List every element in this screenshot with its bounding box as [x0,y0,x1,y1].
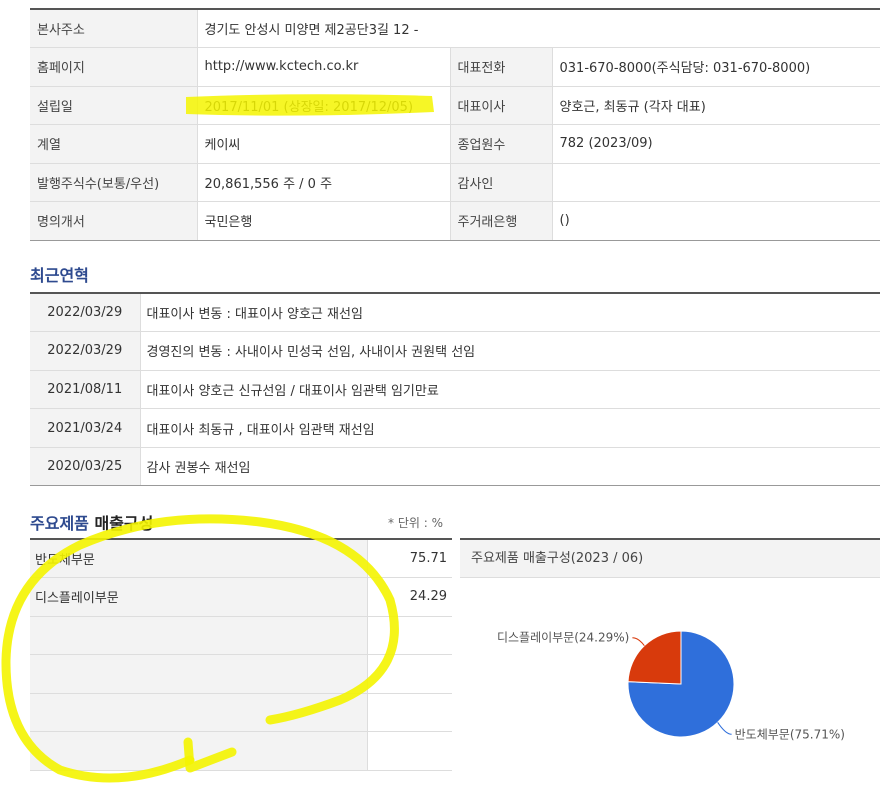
homepage-label: 홈페이지 [30,47,197,87]
products-title-blue: 주요제품 [30,514,89,533]
phone-value: 031-670-8000(주식담당: 031-670-8000) [551,47,880,87]
sales-chart-panel: 주요제품 매출구성(2023 / 06) 반도체부문(75.71%) 디스플레이부… [460,538,880,801]
hq-address-value: 경기도 안성시 미양면 제2공단3길 12 - [196,9,880,48]
product-row [30,616,452,656]
products-title-dark: 매출구성 [94,514,154,533]
ceo-value: 양호근, 최동규 (각자 대표) [551,86,880,125]
pie-label-0: 반도체부문(75.71%) [735,727,845,741]
product-name: 디스플레이부문 [30,577,368,617]
chart-header: 주요제품 매출구성(2023 / 06) [460,540,880,578]
history-desc: 대표이사 변동 : 대표이사 양호근 재선임 [140,293,880,333]
product-value [367,693,452,733]
info-row: 계열 케이씨 종업원수 782 (2023/09) [30,124,880,164]
transfer-agent-value: 국민은행 [196,201,451,241]
history-desc: 경영진의 변동 : 사내이사 민성국 선임, 사내이사 권원택 선임 [140,331,880,371]
product-name [30,693,368,733]
group-label: 계열 [30,124,197,164]
product-row: 디스플레이부문 24.29 [30,577,452,617]
transfer-agent-label: 명의개서 [30,201,197,241]
history-date: 2021/03/24 [30,408,141,448]
group-value: 케이씨 [196,124,451,164]
sales-pie-chart: 반도체부문(75.71%) 디스플레이부문(24.29%) [497,630,845,741]
phone-label: 대표전화 [450,47,553,87]
unit-note: * 단위 : % [388,516,443,530]
info-row: 본사주소 경기도 안성시 미양면 제2공단3길 12 - [30,9,880,48]
shares-label: 발행주식수(보통/우선) [30,163,197,202]
pie-leader-line-0 [717,722,732,735]
hq-address-label: 본사주소 [30,9,197,48]
info-row: 설립일 2017/11/01 (상장일: 2017/12/05) 대표이사 양호… [30,86,880,125]
shares-value: 20,861,556 주 / 0 주 [196,163,451,202]
main-bank-label: 주거래은행 [450,201,553,241]
products-table: 반도체부문 75.71 디스플레이부문 24.29 [30,538,452,772]
product-value: 24.29 [367,577,452,617]
history-desc: 대표이사 최동규 , 대표이사 임관택 재선임 [140,408,880,448]
product-name [30,616,368,656]
history-title: 최근연혁 [30,266,89,285]
history-desc: 대표이사 양호근 신규선임 / 대표이사 임관택 임기만료 [140,370,880,410]
history-row: 2020/03/25 감사 권봉수 재선임 [30,447,880,487]
pie-label-1: 디스플레이부문(24.29%) [497,631,629,645]
product-row [30,731,452,772]
info-row: 명의개서 국민은행 주거래은행 () [30,201,880,241]
product-name [30,654,368,694]
product-value [367,654,452,694]
product-name: 반도체부문 [30,539,368,579]
main-bank-value: () [551,201,880,241]
product-row: 반도체부문 75.71 [30,539,452,579]
history-row: 2022/03/29 경영진의 변동 : 사내이사 민성국 선임, 사내이사 권… [30,331,880,371]
info-row: 홈페이지 http://www.kctech.co.kr 대표전화 031-67… [30,47,880,87]
history-row: 2021/03/24 대표이사 최동규 , 대표이사 임관택 재선임 [30,408,880,448]
history-date: 2022/03/29 [30,331,141,371]
auditor-label: 감사인 [450,163,553,202]
employees-label: 종업원수 [450,124,553,164]
product-row [30,693,452,733]
product-value: 75.71 [367,539,452,579]
info-row: 발행주식수(보통/우선) 20,861,556 주 / 0 주 감사인 [30,163,880,202]
products-title: 주요제품 매출구성 [30,510,153,534]
founded-label: 설립일 [30,86,197,125]
pie-leader-line-1 [632,637,645,646]
auditor-value [551,163,880,202]
history-date: 2020/03/25 [30,447,141,487]
product-value [367,731,452,772]
homepage-link[interactable]: http://www.kctech.co.kr [196,47,451,87]
company-info-table: 본사주소 경기도 안성시 미양면 제2공단3길 12 - 홈페이지 http:/… [30,8,880,241]
history-row: 2022/03/29 대표이사 변동 : 대표이사 양호근 재선임 [30,293,880,333]
history-desc: 감사 권봉수 재선임 [140,447,880,487]
history-date: 2022/03/29 [30,293,141,333]
product-name [30,731,368,772]
product-value [367,616,452,656]
ceo-label: 대표이사 [450,86,553,125]
employees-value: 782 (2023/09) [551,124,880,164]
founded-value: 2017/11/01 (상장일: 2017/12/05) [196,86,451,125]
history-row: 2021/08/11 대표이사 양호근 신규선임 / 대표이사 임관택 임기만료 [30,370,880,410]
product-row [30,654,452,694]
history-table: 2022/03/29 대표이사 변동 : 대표이사 양호근 재선임 2022/0… [30,292,880,487]
history-date: 2021/08/11 [30,370,141,410]
